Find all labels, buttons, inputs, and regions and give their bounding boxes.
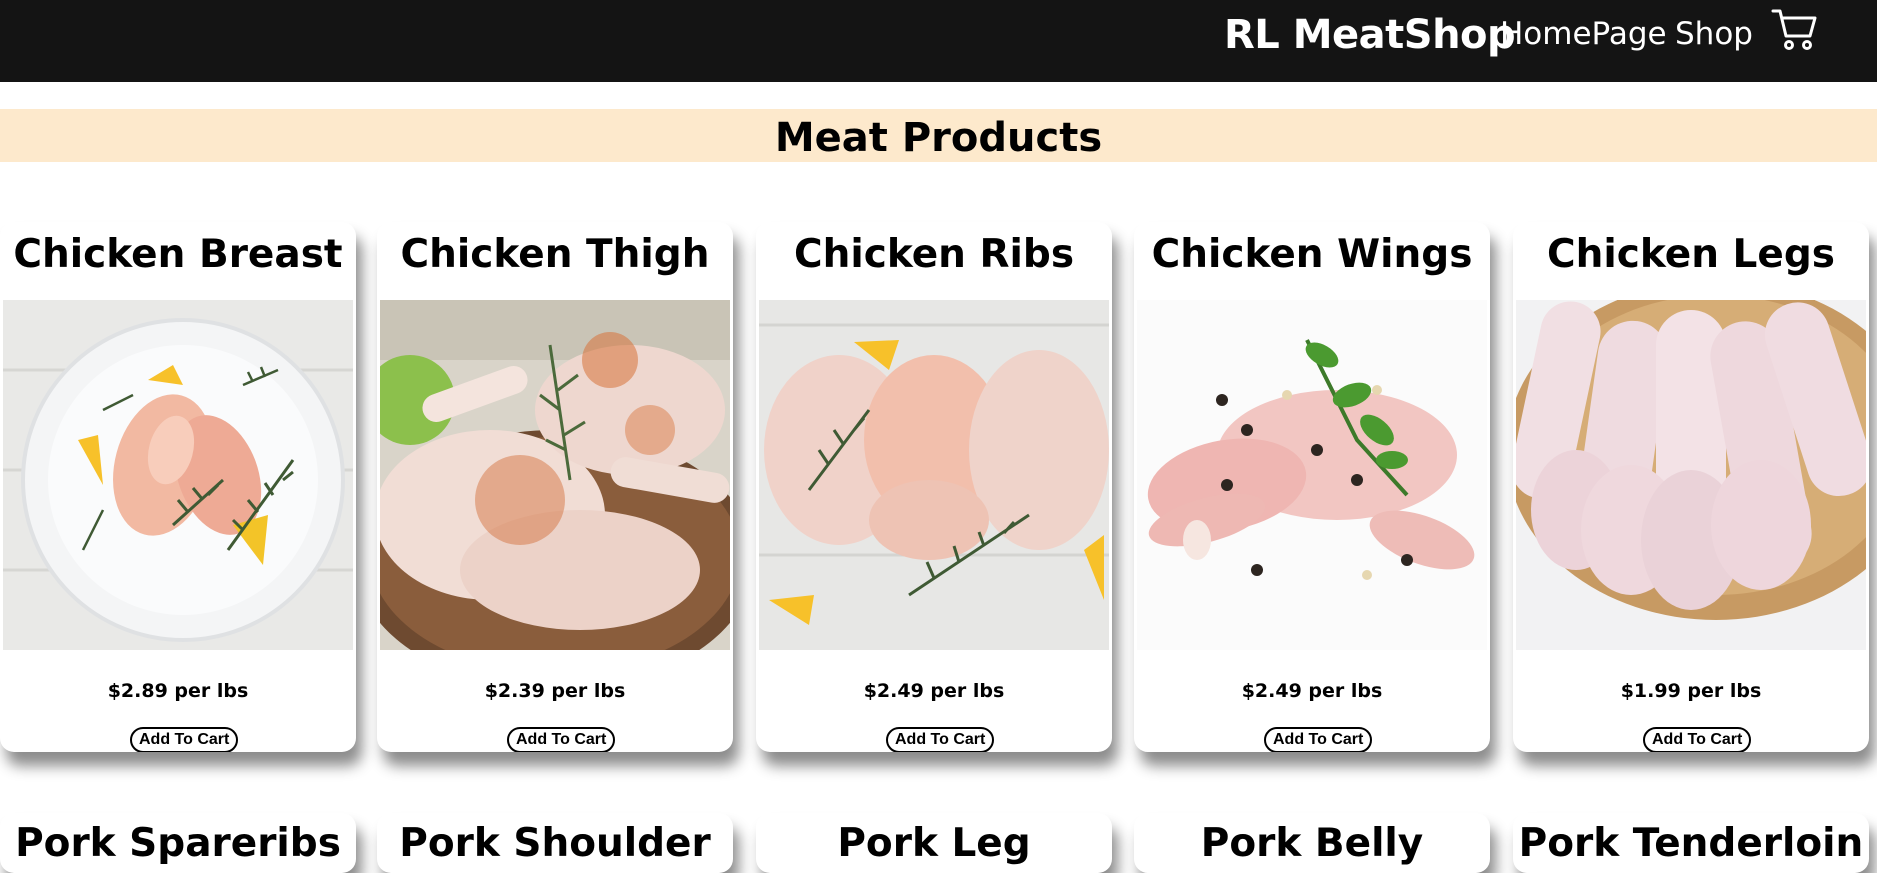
add-to-cart-button[interactable]: Add To Cart	[1264, 727, 1373, 752]
product-card-pork-spareribs: Pork Spareribs	[0, 813, 356, 873]
nav-link-homepage[interactable]: HomePage	[1500, 12, 1667, 56]
product-image-chicken-thigh	[380, 300, 730, 650]
product-name: Chicken Thigh	[400, 232, 710, 277]
brand-logo[interactable]: RL MeatShop	[1224, 10, 1516, 60]
add-to-cart-button[interactable]: Add To Cart	[507, 727, 616, 752]
product-name: Chicken Breast	[13, 232, 343, 277]
product-image-chicken-legs	[1516, 300, 1866, 650]
product-price: $2.49 per lbs	[1241, 680, 1383, 702]
product-card-pork-leg: Pork Leg	[756, 813, 1112, 873]
section-banner: Meat Products	[0, 109, 1877, 162]
product-price: $1.99 per lbs	[1620, 680, 1762, 702]
product-name: Pork Belly	[1200, 821, 1424, 866]
product-name: Pork Shoulder	[399, 821, 711, 866]
add-to-cart-button[interactable]: Add To Cart	[886, 727, 995, 752]
nav-link-shop[interactable]: Shop	[1675, 12, 1753, 56]
product-card-chicken-wings: Chicken Wings $2.49 per lbs Add To Cart	[1134, 222, 1490, 752]
navbar: RL MeatShop HomePage Shop	[0, 0, 1877, 82]
shopping-cart-icon[interactable]	[1770, 6, 1818, 52]
product-name: Pork Spareribs	[15, 821, 341, 866]
product-card-pork-belly: Pork Belly	[1134, 813, 1490, 873]
product-card-chicken-breast: Chicken Breast $2.89 per lbs Add To Cart	[0, 222, 356, 752]
product-card-pork-shoulder: Pork Shoulder	[377, 813, 733, 873]
product-image-chicken-ribs	[759, 300, 1109, 650]
product-name: Chicken Ribs	[793, 232, 1075, 277]
product-price: $2.39 per lbs	[484, 680, 626, 702]
product-card-chicken-ribs: Chicken Ribs $2.49 per lbs Add To Cart	[756, 222, 1112, 752]
product-card-pork-tenderloin: Pork Tenderloin	[1513, 813, 1869, 873]
add-to-cart-button[interactable]: Add To Cart	[130, 727, 239, 752]
product-image-chicken-breast	[3, 300, 353, 650]
add-to-cart-button[interactable]: Add To Cart	[1643, 727, 1752, 752]
section-title: Meat Products	[774, 115, 1103, 161]
product-image-chicken-wings	[1137, 300, 1487, 650]
product-card-chicken-thigh: Chicken Thigh $2.39 per lbs Add To Cart	[377, 222, 733, 752]
product-price: $2.49 per lbs	[863, 680, 1005, 702]
product-name: Pork Leg	[837, 821, 1031, 866]
product-price: $2.89 per lbs	[107, 680, 249, 702]
product-name: Pork Tenderloin	[1518, 821, 1864, 866]
product-card-chicken-legs: Chicken Legs $1.99 per lbs Add To Cart	[1513, 222, 1869, 752]
product-name: Chicken Wings	[1151, 232, 1473, 277]
product-name: Chicken Legs	[1547, 232, 1835, 277]
